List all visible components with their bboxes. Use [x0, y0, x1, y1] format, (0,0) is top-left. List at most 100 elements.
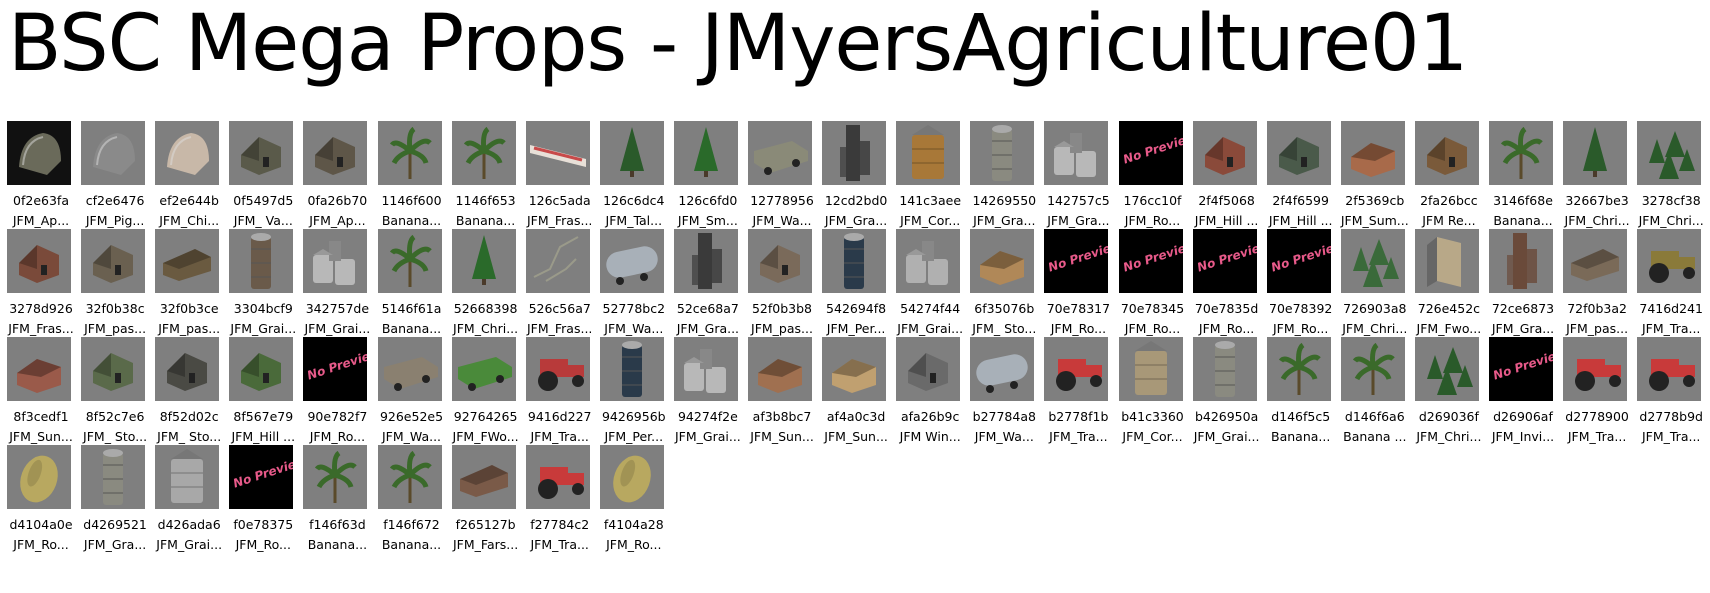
- thumbnail-tile[interactable]: No Preview 70e78392 JFM_Ro...: [1264, 229, 1338, 345]
- thumbnail-tile[interactable]: b41c3360 JFM_Cor...: [1116, 337, 1190, 453]
- thumbnail-tile[interactable]: b2778f1b JFM_Tra...: [1041, 337, 1115, 453]
- item-id: 7416d241: [1639, 301, 1703, 316]
- item-label: JFM_Pig...: [85, 213, 145, 228]
- thumbnail-tile[interactable]: f4104a28 JFM_Ro...: [597, 445, 671, 561]
- thumbnail-tile[interactable]: d4104a0e JFM_Ro...: [4, 445, 78, 561]
- item-label: JFM_Gra...: [824, 213, 888, 228]
- thumbnail-tile[interactable]: 2fa26bcc JFM Re...: [1412, 121, 1486, 237]
- thumbnail-tile[interactable]: 3278cf38 JFM_Chri...: [1634, 121, 1708, 237]
- thumbnail-tile[interactable]: No Preview f0e78375 JFM_Ro...: [226, 445, 300, 561]
- item-id: 52778bc2: [602, 301, 666, 316]
- palm-icon: [451, 121, 516, 185]
- thumbnail-tile[interactable]: 2f4f6599 JFM_Hill ...: [1264, 121, 1338, 237]
- thumbnail-tile[interactable]: 126c5ada JFM_Fras...: [523, 121, 597, 237]
- thumbnail-tile[interactable]: af3b8bc7 JFM_Sun...: [745, 337, 819, 453]
- thumbnail-tile[interactable]: d2778900 JFM_Tra...: [1560, 337, 1634, 453]
- thumbnail-tile[interactable]: f146f63d Banana...: [300, 445, 374, 561]
- thumbnail-tile[interactable]: b27784a8 JFM_Wa...: [967, 337, 1041, 453]
- thumbnail-tile[interactable]: 94274f2e JFM_Grai...: [671, 337, 745, 453]
- thumbnail-tile[interactable]: 0f5497d5 JFM_ Va...: [226, 121, 300, 237]
- thumbnail-tile[interactable]: 1146f653 Banana...: [449, 121, 523, 237]
- thumbnail-tile[interactable]: 32f0b38c JFM_pas...: [78, 229, 152, 345]
- thumbnail-tile[interactable]: f265127b JFM_Fars...: [449, 445, 523, 561]
- thumbnail-tile[interactable]: 8f52c7e6 JFM_ Sto...: [78, 337, 152, 453]
- thumbnail-tile[interactable]: 926e52e5 JFM_Wa...: [375, 337, 449, 453]
- tree-icon: [451, 229, 516, 293]
- thumbnail-tile[interactable]: 8f567e79 JFM_Hill ...: [226, 337, 300, 453]
- thumbnail-tile[interactable]: 32667be3 JFM_Chri...: [1560, 121, 1634, 237]
- item-label: JFM_Grai...: [230, 321, 297, 336]
- thumbnail-tile[interactable]: 526c56a7 JFM_Fras...: [523, 229, 597, 345]
- thumbnail-tile[interactable]: 12778956 JFM_Wa...: [745, 121, 819, 237]
- thumbnail-tile[interactable]: 3278d926 JFM_Fras...: [4, 229, 78, 345]
- item-id: 92764265: [453, 409, 518, 424]
- thumbnail-tile[interactable]: f27784c2 JFM_Tra...: [523, 445, 597, 561]
- thumbnail-tile[interactable]: d146f5c5 Banana...: [1264, 337, 1338, 453]
- thumbnail-tile[interactable]: 8f3cedf1 JFM_Sun...: [4, 337, 78, 453]
- thumbnail-tile[interactable]: 542694f8 JFM_Per...: [819, 229, 893, 345]
- thumbnail-tile[interactable]: 54274f44 JFM_Grai...: [893, 229, 967, 345]
- thumbnail-tile[interactable]: 0f2e63fa JFM_Ap...: [4, 121, 78, 237]
- thumbnail-tile[interactable]: afa26b9c JFM Win...: [893, 337, 967, 453]
- thumbnail-tile[interactable]: 32f0b3ce JFM_pas...: [152, 229, 226, 345]
- thumbnail-tile[interactable]: af4a0c3d JFM_Sun...: [819, 337, 893, 453]
- no-preview-icon: No Preview: [1044, 229, 1109, 293]
- thumbnail-tile[interactable]: d146f6a6 Banana ...: [1338, 337, 1412, 453]
- item-label: JFM_Tra...: [530, 429, 589, 444]
- item-label: JFM_Chi...: [159, 213, 220, 228]
- item-label: JFM_Ap...: [309, 213, 366, 228]
- thumbnail-tile[interactable]: f146f672 Banana...: [375, 445, 449, 561]
- thumbnail-tile[interactable]: No Preview 70e78317 JFM_Ro...: [1041, 229, 1115, 345]
- item-id: 2fa26bcc: [1420, 193, 1478, 208]
- thumbnail-tile[interactable]: 8f52d02c JFM_ Sto...: [152, 337, 226, 453]
- item-label: JFM_Tra...: [530, 537, 589, 552]
- thumbnail-tile[interactable]: 52ce68a7 JFM_Gra...: [671, 229, 745, 345]
- thumbnail-tile[interactable]: 342757de JFM_Grai...: [300, 229, 374, 345]
- thumbnail-tile[interactable]: 72ce6873 JFM_Gra...: [1486, 229, 1560, 345]
- thumbnail-tile[interactable]: 6f35076b JFM_ Sto...: [967, 229, 1041, 345]
- thumbnail-tile[interactable]: d2778b9d JFM_Tra...: [1634, 337, 1708, 453]
- bins-icon: [673, 337, 738, 401]
- thumbnail-tile[interactable]: 52f0b3b8 JFM_pas...: [745, 229, 819, 345]
- thumbnail-tile[interactable]: 3146f68e Banana...: [1486, 121, 1560, 237]
- tractor-icon: [1563, 337, 1628, 401]
- thumbnail-tile[interactable]: 3304bcf9 JFM_Grai...: [226, 229, 300, 345]
- thumbnail-tile[interactable]: 92764265 JFM_FWo...: [449, 337, 523, 453]
- thumbnail-tile[interactable]: 72f0b3a2 JFM_pas...: [1560, 229, 1634, 345]
- thumbnail-tile[interactable]: No Preview d26906af JFM_Invi...: [1486, 337, 1560, 453]
- thumbnail-tile[interactable]: d4269521 JFM_Gra...: [78, 445, 152, 561]
- thumbnail-tile[interactable]: No Preview 176cc10f JFM_Ro...: [1116, 121, 1190, 237]
- thumbnail-tile[interactable]: 126c6fd0 JFM_Sm...: [671, 121, 745, 237]
- thumbnail-tile[interactable]: 0fa26b70 JFM_Ap...: [300, 121, 374, 237]
- thumbnail-tile[interactable]: 9416d227 JFM_Tra...: [523, 337, 597, 453]
- thumbnail-tile[interactable]: 2f5369cb JFM_Sum...: [1338, 121, 1412, 237]
- thumbnail-tile[interactable]: cf2e6476 JFM_Pig...: [78, 121, 152, 237]
- thumbnail-tile[interactable]: ef2e644b JFM_Chi...: [152, 121, 226, 237]
- sign-icon: [525, 121, 590, 185]
- thumbnail-tile[interactable]: 1146f600 Banana...: [375, 121, 449, 237]
- barn-round-icon: [7, 121, 71, 185]
- thumbnail-tile[interactable]: 7416d241 JFM_Tra...: [1634, 229, 1708, 345]
- thumbnail-tile[interactable]: 141c3aee JFM_Cor...: [893, 121, 967, 237]
- tree-icon: [673, 121, 738, 185]
- thumbnail-tile[interactable]: 52778bc2 JFM_Wa...: [597, 229, 671, 345]
- thumbnail-tile[interactable]: 2f4f5068 JFM_Hill ...: [1190, 121, 1264, 237]
- thumbnail-tile[interactable]: No Preview 70e78345 JFM_Ro...: [1116, 229, 1190, 345]
- crate-icon: [1414, 229, 1479, 293]
- thumbnail-tile[interactable]: b426950a JFM_Grai...: [1190, 337, 1264, 453]
- thumbnail-tile[interactable]: d269036f JFM_Chri...: [1412, 337, 1486, 453]
- thumbnail-tile[interactable]: 126c6dc4 JFM_Tal...: [597, 121, 671, 237]
- thumbnail-tile[interactable]: 12cd2bd0 JFM_Gra...: [819, 121, 893, 237]
- thumbnail-tile[interactable]: d426ada6 JFM_Grai...: [152, 445, 226, 561]
- thumbnail-tile[interactable]: 14269550 JFM_Gra...: [967, 121, 1041, 237]
- palm-icon: [377, 121, 442, 185]
- thumbnail-tile[interactable]: 9426956b JFM_Per...: [597, 337, 671, 453]
- thumbnail-tile[interactable]: 726903a8 JFM_Chri...: [1338, 229, 1412, 345]
- barn-icon: [229, 337, 294, 401]
- thumbnail-tile[interactable]: 52668398 JFM_Chri...: [449, 229, 523, 345]
- thumbnail-tile[interactable]: No Preview 90e782f7 JFM_Ro...: [300, 337, 374, 453]
- thumbnail-tile[interactable]: 5146f61a Banana...: [375, 229, 449, 345]
- thumbnail-tile[interactable]: 726e452c JFM_Fwo...: [1412, 229, 1486, 345]
- thumbnail-tile[interactable]: 142757c5 JFM_Gra...: [1041, 121, 1115, 237]
- thumbnail-tile[interactable]: No Preview 70e7835d JFM_Ro...: [1190, 229, 1264, 345]
